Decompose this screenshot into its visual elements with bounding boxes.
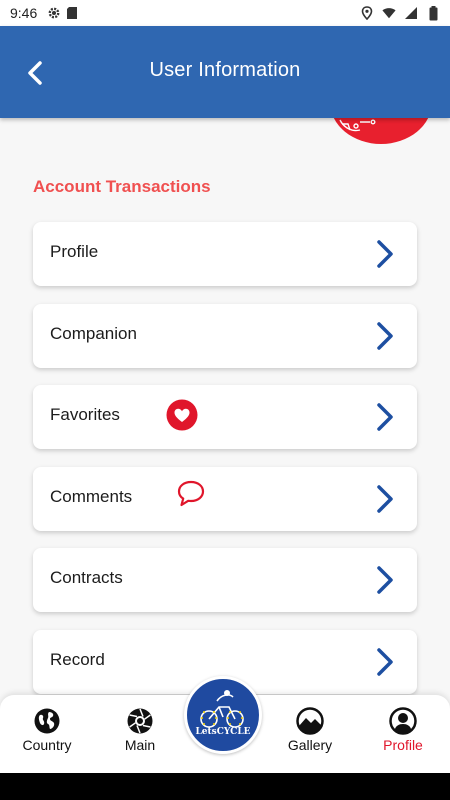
section-title: Account Transactions bbox=[33, 177, 211, 196]
nav-label: Gallery bbox=[287, 737, 333, 753]
status-time: 9:46 bbox=[10, 5, 38, 21]
chevron-right-icon bbox=[377, 321, 393, 350]
status-bar: 9:46 bbox=[0, 0, 450, 26]
wifi-icon bbox=[382, 6, 396, 20]
menu-item-label: Contracts bbox=[50, 568, 123, 588]
user-icon bbox=[389, 707, 417, 735]
nav-item-main[interactable]: Main bbox=[95, 707, 185, 753]
signal-icon bbox=[404, 6, 418, 20]
cyclist-logo-icon bbox=[200, 690, 244, 728]
chevron-right-icon bbox=[377, 485, 393, 513]
menu-item-profile[interactable]: Profile bbox=[33, 222, 417, 286]
nav-item-profile[interactable]: Profile bbox=[358, 707, 448, 753]
center-logo-button[interactable]: LetsCYCLE bbox=[184, 676, 262, 754]
app-bar: User Information bbox=[0, 26, 450, 118]
logo-text: LetsCYCLE bbox=[195, 727, 251, 737]
sd-card-icon bbox=[65, 6, 79, 20]
heart-icon bbox=[166, 399, 198, 431]
menu-item-favorites[interactable]: Favorites bbox=[33, 385, 417, 450]
chevron-right-icon bbox=[377, 566, 393, 595]
menu-item-label: Profile bbox=[50, 242, 99, 261]
chevron-right-icon bbox=[377, 403, 393, 431]
nav-item-gallery[interactable]: Gallery bbox=[265, 707, 355, 753]
menu-item-label: Record bbox=[50, 649, 105, 669]
page-title: User Information bbox=[149, 59, 301, 81]
globe-icon bbox=[34, 708, 60, 734]
nav-label: Country bbox=[22, 737, 72, 753]
system-nav-bar bbox=[0, 773, 450, 800]
nav-item-country[interactable]: Country bbox=[2, 707, 92, 753]
chevron-right-icon bbox=[377, 648, 393, 676]
menu-item-label: Comments bbox=[50, 486, 133, 506]
menu-item-label: Companion bbox=[50, 323, 137, 343]
menu-item-label: Favorites bbox=[50, 405, 120, 425]
menu-item-companion[interactable]: Companion bbox=[33, 303, 417, 368]
location-icon bbox=[360, 6, 374, 20]
landscape-icon bbox=[296, 707, 324, 735]
chevron-right-icon bbox=[377, 240, 393, 268]
menu-item-comments[interactable]: Comments bbox=[33, 466, 417, 531]
aperture-icon bbox=[127, 708, 153, 734]
battery-icon bbox=[426, 5, 440, 20]
account-menu: Profile Companion Favorites Comments Con… bbox=[33, 222, 417, 712]
comment-icon bbox=[177, 480, 205, 506]
nav-label: Main bbox=[124, 737, 156, 753]
nav-label: Profile bbox=[383, 737, 423, 753]
menu-item-contracts[interactable]: Contracts bbox=[33, 548, 417, 613]
gear-icon bbox=[47, 6, 61, 20]
